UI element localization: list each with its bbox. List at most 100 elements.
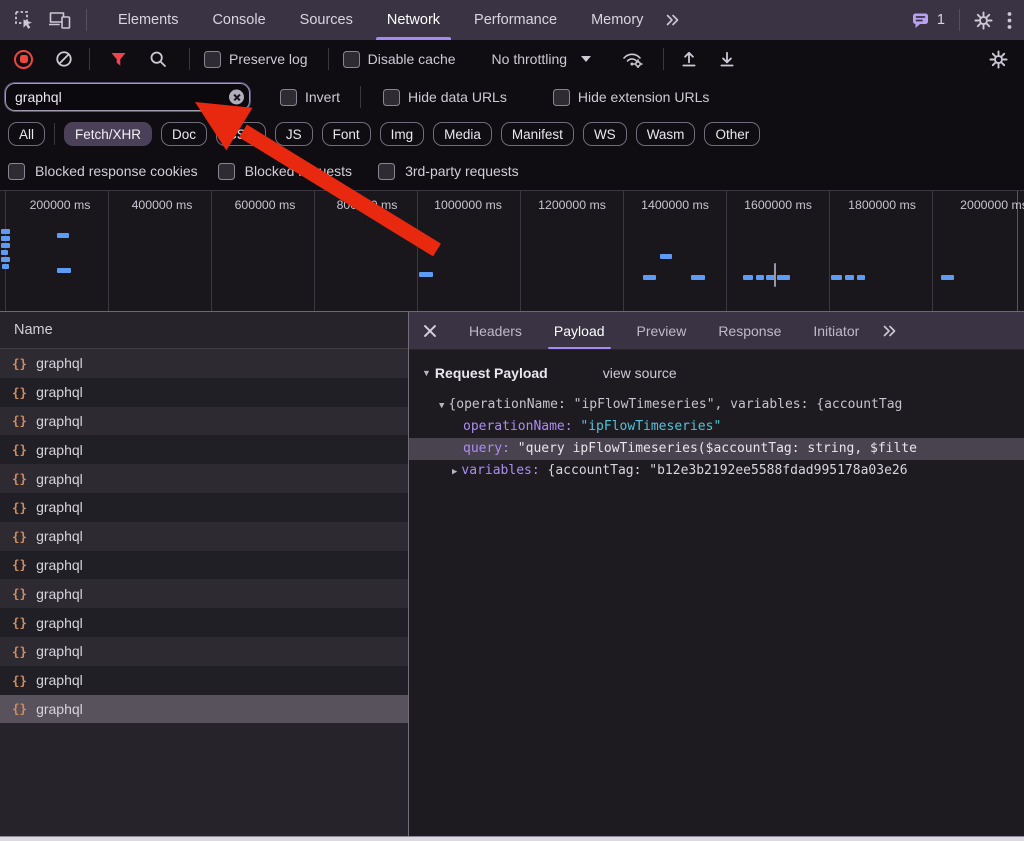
request-row[interactable]: graphql	[0, 435, 408, 465]
request-row[interactable]: graphql	[0, 406, 408, 436]
waterfall-mark	[777, 275, 790, 280]
json-braces-icon	[12, 442, 27, 457]
tab-payload[interactable]: Payload	[538, 312, 621, 349]
hide-data-urls-checkbox[interactable]	[383, 88, 401, 106]
tab-preview[interactable]: Preview	[621, 312, 703, 349]
invert-checkbox[interactable]	[280, 88, 297, 106]
hide-extension-urls-label: Hide extension URLs	[577, 89, 710, 105]
payload-query-line-selected[interactable]: query: "query ipFlowTimeseries($accountT…	[409, 438, 1024, 460]
payload-operation-line[interactable]: operationName: "ipFlowTimeseries"	[409, 416, 1024, 438]
record-network-log-button[interactable]	[14, 49, 33, 69]
json-braces-icon	[12, 701, 27, 716]
clear-filter-icon[interactable]	[229, 89, 244, 105]
chip-js[interactable]: JS	[274, 122, 313, 146]
more-tabs-icon[interactable]	[664, 13, 682, 27]
issues-button[interactable]: 1	[912, 12, 945, 29]
blocked-response-cookies-checkbox[interactable]	[8, 162, 25, 180]
chip-wasm[interactable]: Wasm	[635, 122, 696, 146]
kebab-menu-icon[interactable]	[1007, 11, 1012, 30]
tab-initiator[interactable]: Initiator	[797, 312, 875, 349]
request-row-selected[interactable]: graphql	[0, 694, 408, 724]
throttling-caret-icon[interactable]	[581, 56, 592, 62]
chip-manifest[interactable]: Manifest	[500, 122, 574, 146]
tab-sources[interactable]: Sources	[283, 0, 370, 40]
more-detail-tabs-icon[interactable]	[881, 324, 899, 338]
payload-variables-line[interactable]: variables: {accountTag: "b12e3b2192ee558…	[409, 460, 1024, 482]
tab-console[interactable]: Console	[195, 0, 282, 40]
network-filter-input[interactable]	[6, 89, 249, 105]
devtools-topbar: Elements Console Sources Network Perform…	[0, 0, 1024, 40]
tab-elements[interactable]: Elements	[101, 0, 195, 40]
network-overview-timeline[interactable]: 200000 ms 400000 ms 600000 ms 800000 ms …	[0, 190, 1024, 312]
preserve-log-label: Preserve log	[229, 51, 308, 67]
json-braces-icon	[12, 356, 27, 371]
tab-network[interactable]: Network	[370, 0, 457, 40]
waterfall-mark	[831, 275, 842, 280]
blocked-requests-label: Blocked requests	[244, 163, 353, 179]
request-payload-section-header[interactable]: Request Payload view source	[409, 365, 1024, 381]
toggle-device-toolbar-icon[interactable]	[49, 11, 71, 29]
request-row[interactable]: graphql	[0, 377, 408, 407]
name-column-header[interactable]: Name	[0, 312, 408, 349]
filter-input-wrapper	[4, 82, 251, 112]
request-row[interactable]: graphql	[0, 464, 408, 493]
waterfall-mark	[774, 263, 776, 287]
request-row[interactable]: graphql	[0, 608, 408, 637]
request-row[interactable]: graphql	[0, 550, 408, 580]
json-braces-icon	[12, 529, 27, 544]
network-main-area: Name graphql graphql graphql graphql gra…	[0, 311, 1024, 841]
preserve-log-checkbox[interactable]	[204, 50, 221, 68]
network-settings-gear-icon[interactable]	[989, 49, 1008, 69]
payload-root-line[interactable]: {operationName: "ipFlowTimeseries", vari…	[409, 394, 1024, 416]
chip-media[interactable]: Media	[433, 122, 492, 146]
close-details-icon[interactable]	[423, 324, 437, 338]
chip-ws[interactable]: WS	[582, 122, 627, 146]
request-row[interactable]: graphql	[0, 636, 408, 666]
tab-memory[interactable]: Memory	[574, 0, 660, 40]
request-row[interactable]: graphql	[0, 349, 408, 378]
request-row[interactable]: graphql	[0, 665, 408, 695]
json-braces-icon	[12, 557, 27, 572]
chip-doc[interactable]: Doc	[161, 122, 208, 146]
expand-caret-icon[interactable]	[452, 467, 457, 477]
hide-data-urls-label: Hide data URLs	[408, 89, 507, 105]
export-har-icon[interactable]	[718, 50, 736, 68]
json-braces-icon	[12, 413, 27, 428]
throttling-select[interactable]: No throttling	[492, 51, 567, 67]
chip-fetch-xhr[interactable]: Fetch/XHR	[64, 122, 153, 146]
third-party-requests-label: 3rd-party requests	[405, 163, 519, 179]
waterfall-mark	[1, 250, 8, 255]
tab-headers[interactable]: Headers	[453, 312, 538, 349]
tab-performance[interactable]: Performance	[457, 0, 574, 40]
divider	[327, 48, 329, 70]
tab-response[interactable]: Response	[702, 312, 797, 349]
third-party-requests-checkbox[interactable]	[378, 162, 396, 180]
json-braces-icon	[12, 644, 27, 659]
waterfall-mark	[1, 229, 10, 234]
import-har-icon[interactable]	[680, 50, 698, 68]
inspect-element-icon[interactable]	[14, 10, 34, 30]
chip-css[interactable]: CSS	[216, 122, 266, 146]
request-row[interactable]: graphql	[0, 521, 408, 551]
clear-network-log-icon[interactable]	[55, 50, 73, 68]
view-source-link[interactable]: view source	[603, 365, 677, 381]
network-conditions-icon[interactable]	[621, 50, 643, 68]
search-icon[interactable]	[149, 50, 167, 68]
chip-other[interactable]: Other	[704, 122, 761, 146]
blocked-requests-checkbox[interactable]	[217, 162, 235, 180]
request-row[interactable]: graphql	[0, 492, 408, 522]
json-braces-icon	[12, 586, 27, 601]
network-filter-row: Invert Hide data URLs Hide extension URL…	[0, 78, 1024, 116]
waterfall-mark	[643, 275, 656, 280]
filter-funnel-icon[interactable]	[110, 52, 127, 67]
disable-cache-checkbox[interactable]	[342, 50, 360, 68]
chip-all[interactable]: All	[8, 122, 46, 146]
chip-font[interactable]: Font	[321, 122, 371, 146]
collapse-caret-icon[interactable]	[422, 368, 431, 378]
hide-extension-urls-checkbox[interactable]	[552, 88, 570, 106]
chip-img[interactable]: Img	[379, 122, 425, 146]
request-row[interactable]: graphql	[0, 579, 408, 609]
network-toolbar: Preserve log Disable cache No throttling	[0, 40, 1024, 78]
expand-caret-icon[interactable]	[439, 401, 444, 411]
settings-gear-icon[interactable]	[974, 10, 993, 30]
